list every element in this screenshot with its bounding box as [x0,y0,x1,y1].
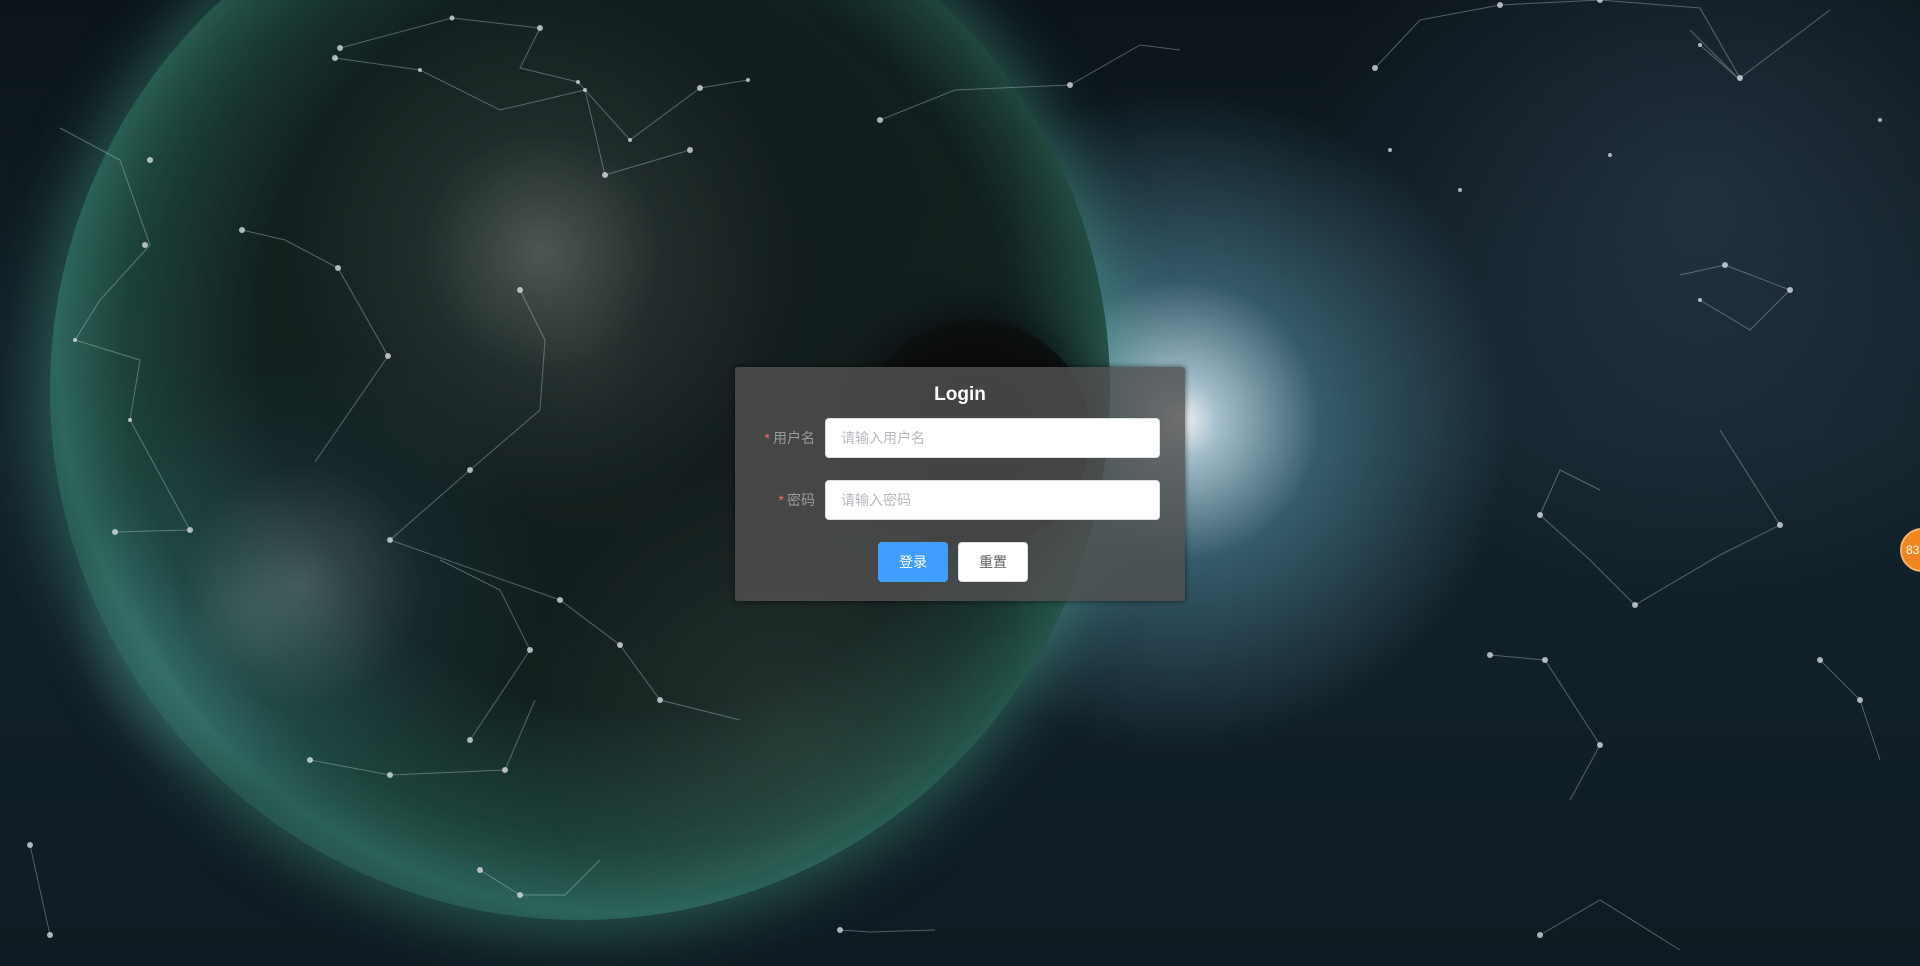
required-mark: * [778,492,784,508]
password-input[interactable] [825,480,1160,520]
required-mark: * [764,430,770,446]
username-input[interactable] [825,418,1160,458]
reset-button[interactable]: 重置 [958,542,1028,582]
username-row: * 用户名 [735,418,1185,458]
password-label-text: 密码 [787,492,815,508]
username-label-text: 用户名 [773,430,815,446]
password-label: * 密码 [735,480,815,520]
login-panel: Login *用户名 *密码 登录 重置 [735,367,1185,601]
username-label: * 用户名 [735,418,815,458]
login-title: Login [934,384,986,405]
password-row: * 密码 [735,480,1185,520]
login-button[interactable]: 登录 [878,542,948,582]
